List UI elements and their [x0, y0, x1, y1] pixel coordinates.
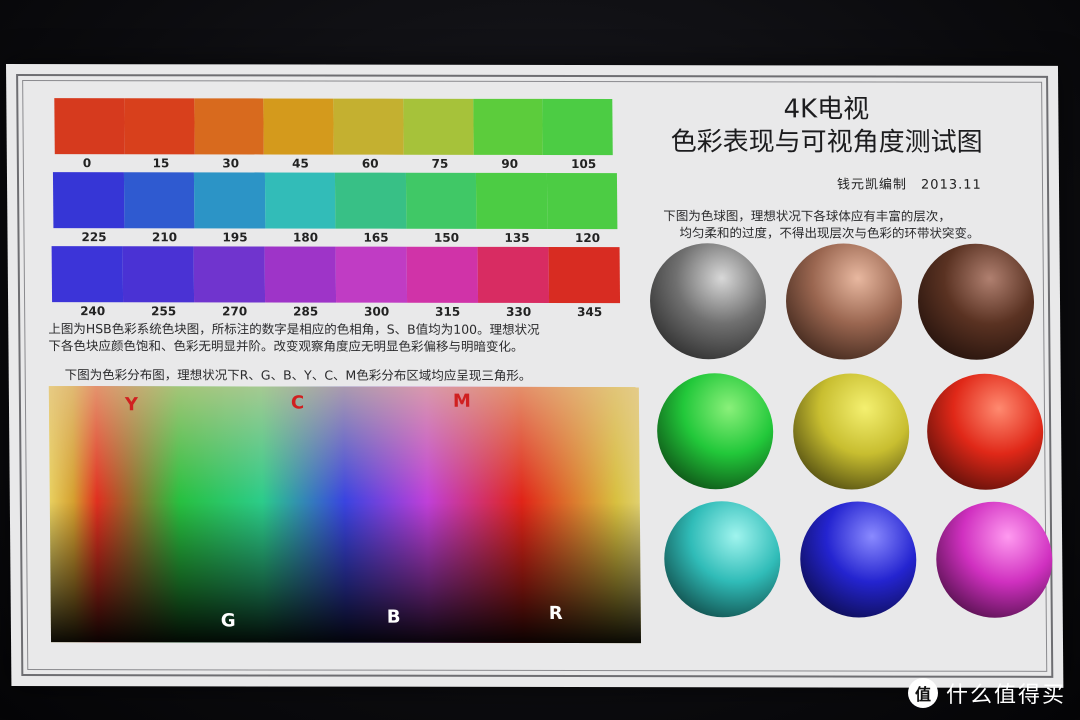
sphere-green	[656, 373, 774, 490]
color-gamut-map: Y C M G B R	[48, 386, 642, 644]
hue-angle-label: 120	[574, 230, 601, 246]
hue-strip-1	[54, 98, 613, 156]
sphere-magenta	[935, 501, 1053, 618]
gamut-label-b: B	[386, 606, 401, 628]
sphere-cyan	[663, 501, 781, 618]
hue-swatch	[264, 246, 337, 303]
hsb-caption-line-2: 下各色块应颜色饱和、色彩无明显并阶。改变观察角度应无明显色彩偏移与明暗变化。	[48, 338, 524, 354]
hue-swatch	[51, 246, 124, 303]
chart-title-line-1: 4K电视	[783, 94, 870, 125]
sphere-yellow	[792, 373, 910, 490]
hue-swatch	[335, 246, 408, 303]
hue-angle-label: 15	[152, 156, 170, 171]
hue-swatch	[472, 98, 544, 155]
hue-swatch	[333, 98, 404, 155]
hue-swatch	[406, 246, 479, 303]
hue-swatch	[123, 172, 195, 229]
hue-angle-label: 180	[292, 230, 319, 245]
hue-swatch	[405, 172, 477, 229]
hue-angle-label: 105	[571, 156, 597, 172]
hue-angle-label: 285	[293, 304, 319, 319]
gamut-label-r: R	[548, 602, 563, 624]
photo-scene: 0 15 30 45 60 75 90 105 225 210 195 180 165 150 135 12…	[0, 0, 1080, 720]
gamut-label-m: M	[452, 390, 471, 412]
chart-author: 钱元凯编制 2013.11	[836, 177, 982, 193]
sphere-caption-line-1: 下图为色球图，理想状况下各球体应有丰富的层次，	[663, 208, 951, 224]
hue-swatch	[546, 172, 618, 230]
hue-swatch	[193, 98, 265, 155]
hue-swatch	[263, 98, 334, 155]
hue-swatch	[548, 246, 621, 304]
hue-angle-label: 150	[433, 230, 460, 245]
gamut-caption: 下图为色彩分布图，理想状况下R、G、B、Y、C、M色彩分布区域均应呈现三角形。	[64, 367, 532, 383]
hue-strip-2-labels: 225 210 195 180 165 150 135 120	[53, 230, 617, 245]
chart-title-line-2: 色彩表现与可视角度测试图	[670, 127, 983, 158]
hue-swatch	[475, 172, 547, 229]
watermark-logo-icon: 值	[908, 678, 938, 708]
hue-angle-label: 195	[222, 230, 248, 245]
hue-strip-3	[51, 246, 621, 304]
hue-angle-label: 0	[82, 156, 92, 171]
hue-angle-label: 75	[431, 156, 449, 171]
hue-angle-label: 30	[222, 156, 240, 171]
hue-angle-label: 300	[364, 304, 390, 319]
gamut-label-y: Y	[124, 394, 139, 416]
sphere-caption-line-2: 均匀柔和的过度，不得出现层次与色彩的环带状突变。	[679, 225, 980, 241]
hue-angle-label: 60	[361, 156, 379, 171]
hsb-caption: 上图为HSB色彩系统色块图，所标注的数字是相应的色相角，S、B值均为100。理想…	[48, 320, 628, 355]
watermark: 值 什么值得买	[908, 676, 1066, 710]
sphere-blue	[799, 501, 917, 618]
hue-angle-label: 315	[435, 304, 461, 319]
hue-swatch	[54, 98, 125, 155]
chart-title: 4K电视 色彩表现与可视角度测试图	[616, 93, 1037, 160]
watermark-text: 什么值得买	[946, 683, 1067, 708]
hue-angle-label: 240	[80, 304, 106, 319]
hue-angle-label: 135	[504, 230, 530, 245]
hue-angle-label: 330	[506, 304, 532, 319]
gamut-label-c: C	[290, 392, 305, 414]
hue-angle-label: 270	[222, 304, 248, 319]
hue-swatch	[193, 246, 266, 303]
sphere-caption: 下图为色球图，理想状况下各球体应有丰富的层次， 均匀柔和的过度，不得出现层次与色…	[663, 207, 1043, 242]
hue-strip-3-labels: 240 255 270 285 300 315 330 345	[52, 304, 620, 319]
hue-swatch	[403, 98, 474, 155]
sphere-skin-light	[785, 243, 903, 360]
sphere-skin-dark	[917, 243, 1035, 360]
hsb-caption-line-1: 上图为HSB色彩系统色块图，所标注的数字是相应的色相角，S、B值均为100。理想…	[48, 321, 540, 337]
sphere-gray	[649, 243, 767, 360]
hue-swatch	[124, 98, 195, 155]
hue-strip-2	[52, 172, 618, 230]
hue-swatch	[542, 98, 613, 156]
hue-swatch	[477, 246, 550, 303]
test-chart-screen: 0 15 30 45 60 75 90 105 225 210 195 180 165 150 135 12…	[6, 64, 1064, 688]
hue-swatch	[52, 172, 124, 229]
gamut-label-g: G	[220, 610, 236, 632]
hue-swatch	[334, 172, 406, 229]
hue-swatch	[193, 172, 265, 229]
hue-angle-label: 345	[577, 305, 603, 320]
hue-angle-label: 210	[151, 230, 178, 245]
hue-angle-label: 225	[81, 230, 107, 245]
hue-swatch	[122, 246, 195, 303]
hue-angle-label: 165	[363, 230, 389, 245]
sphere-red	[926, 373, 1044, 490]
hue-angle-label: 90	[501, 156, 519, 171]
hue-angle-label: 255	[151, 304, 177, 319]
hue-angle-label: 45	[292, 156, 309, 171]
hue-swatch	[264, 172, 336, 229]
hue-strip-1-labels: 0 15 30 45 60 75 90 105	[55, 156, 613, 171]
